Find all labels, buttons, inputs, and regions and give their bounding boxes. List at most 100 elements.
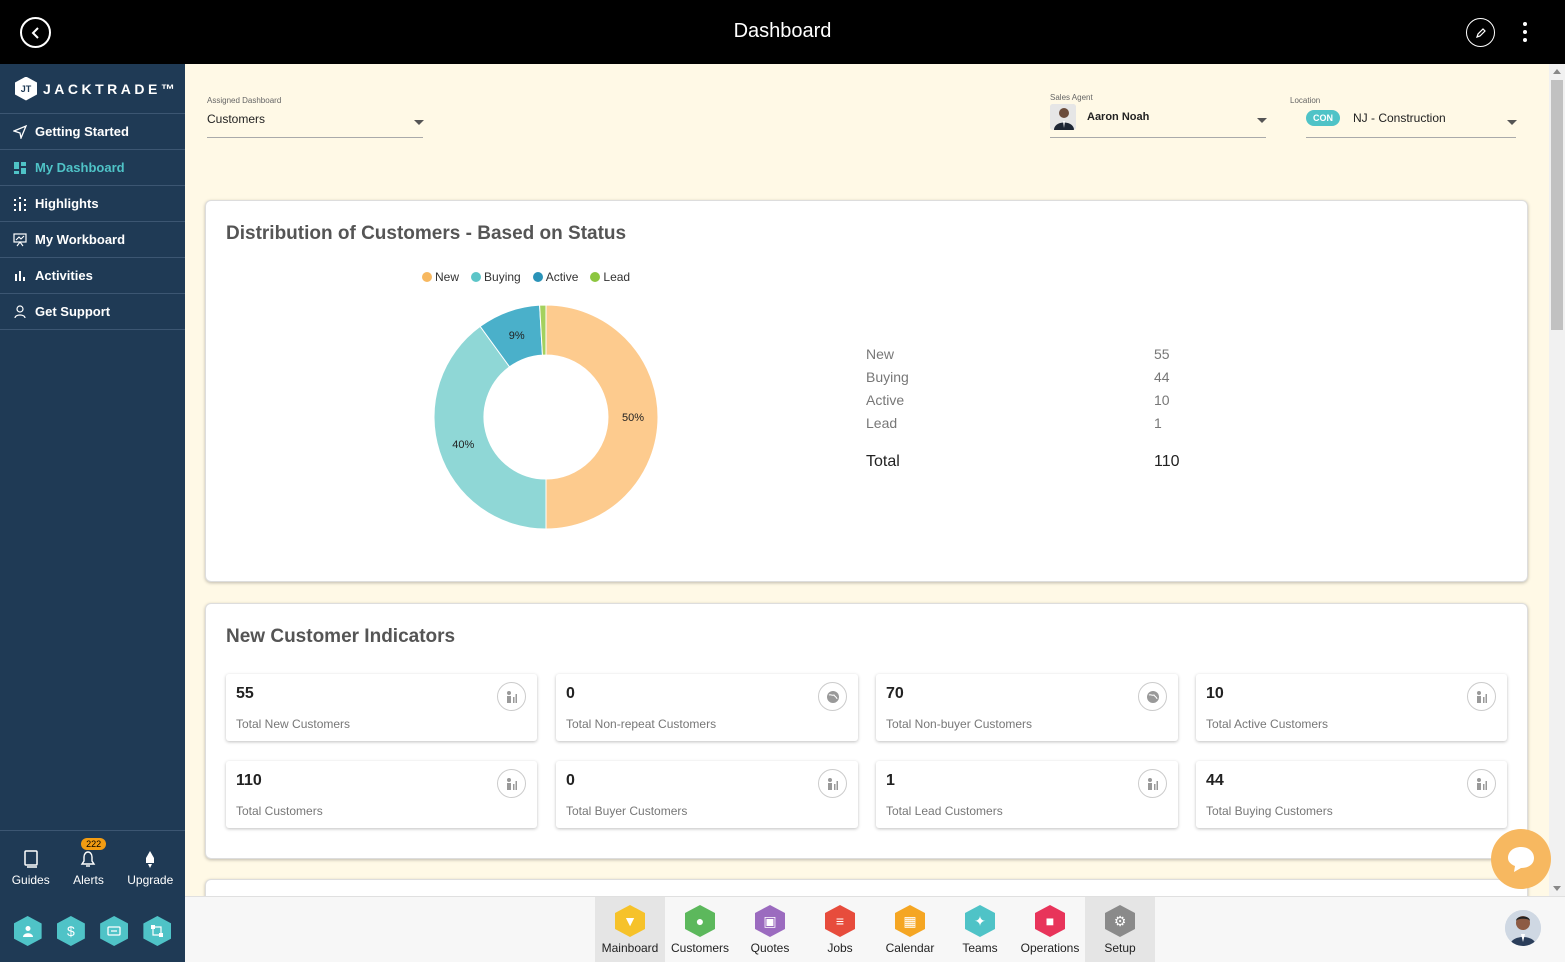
indicator-tile[interactable]: 0 Total Buyer Customers: [556, 761, 858, 828]
user-icon[interactable]: [13, 916, 42, 946]
main-content: Assigned Dashboard Customers Sales Agent…: [185, 64, 1549, 896]
alerts-button[interactable]: 222 Alerts: [73, 837, 107, 887]
mainboard-icon: ▼: [615, 905, 645, 937]
brand-logo: JT JACKTRADE™: [0, 64, 185, 114]
quotes-icon[interactable]: [100, 916, 129, 946]
table-row: Buying 44: [866, 369, 1170, 385]
scrollbar[interactable]: [1549, 64, 1565, 896]
indicator-tile[interactable]: 0 Total Non-repeat Customers: [556, 674, 858, 741]
edit-button[interactable]: [1466, 18, 1495, 47]
people-chart-icon: [1467, 682, 1496, 711]
sales-agent-select[interactable]: Sales Agent Aaron Noah: [1050, 93, 1267, 138]
globe-icon: [818, 682, 847, 711]
nav-item-calendar[interactable]: ▦ Calendar: [875, 897, 945, 962]
sidebar-item-label: Activities: [35, 268, 93, 283]
nav-item-jobs[interactable]: ≡ Jobs: [805, 897, 875, 962]
scroll-up-icon[interactable]: [1553, 69, 1561, 74]
indicator-value: 0: [566, 685, 575, 702]
indicator-label: Total Buying Customers: [1206, 804, 1333, 818]
chevron-down-icon: [1507, 120, 1517, 125]
indicator-label: Total Buyer Customers: [566, 804, 688, 818]
scrollbar-thumb[interactable]: [1551, 80, 1563, 330]
indicator-value: 44: [1206, 772, 1224, 789]
indicator-value: 70: [886, 685, 904, 702]
indicator-value: 55: [236, 685, 254, 702]
people-chart-icon: [497, 682, 526, 711]
customers-icon: ●: [685, 905, 715, 937]
next-card: [205, 879, 1528, 896]
indicator-value: 110: [236, 772, 262, 789]
people-chart-icon: [1138, 769, 1167, 798]
indicator-value: 1: [886, 772, 895, 789]
operations-icon: ■: [1035, 905, 1065, 937]
legend-item-buying[interactable]: Buying: [471, 270, 521, 284]
sidebar-item-my-workboard[interactable]: My Workboard: [0, 222, 185, 258]
sidebar-item-label: My Dashboard: [35, 160, 125, 175]
sales-agent-label: Sales Agent: [1050, 93, 1093, 102]
sidebar-item-activities[interactable]: Activities: [0, 258, 185, 294]
upgrade-button[interactable]: Upgrade: [127, 846, 173, 887]
indicator-tile[interactable]: 55 Total New Customers: [226, 674, 537, 741]
sidebar-item-getting-started[interactable]: Getting Started: [0, 114, 185, 150]
rocket-icon: [144, 846, 156, 868]
chat-bubble-icon: [1508, 847, 1534, 872]
people-chart-icon: [818, 769, 847, 798]
nav-item-label: Mainboard: [601, 941, 659, 955]
legend-item-new[interactable]: New: [422, 270, 459, 284]
assigned-dashboard-label: Assigned Dashboard: [207, 96, 282, 105]
dollar-icon[interactable]: $: [56, 916, 85, 946]
bar-chart-icon: [13, 269, 27, 283]
legend-item-lead[interactable]: Lead: [590, 270, 630, 284]
location-value: NJ - Construction: [1353, 111, 1446, 125]
workboard-icon: [13, 232, 27, 247]
indicator-tile[interactable]: 110 Total Customers: [226, 761, 537, 828]
indicator-tile[interactable]: 1 Total Lead Customers: [876, 761, 1178, 828]
assigned-dashboard-value: Customers: [207, 112, 266, 126]
chevron-down-icon: [1257, 118, 1267, 123]
sidebar-bottom: Guides 222 Alerts Upgrade $: [0, 830, 185, 962]
nav-item-label: Teams: [962, 941, 998, 955]
quotes-icon: ▣: [755, 905, 785, 937]
indicator-label: Total Customers: [236, 804, 323, 818]
table-row: Active 10: [866, 392, 1170, 408]
location-select[interactable]: Location CON NJ - Construction: [1290, 96, 1517, 138]
indicator-label: Total Non-buyer Customers: [886, 717, 1033, 731]
nav-item-label: Setup: [1104, 941, 1136, 955]
indicator-tile[interactable]: 70 Total Non-buyer Customers: [876, 674, 1178, 741]
agent-avatar: [1050, 104, 1076, 130]
location-badge: CON: [1306, 110, 1340, 126]
chat-button[interactable]: [1491, 829, 1551, 889]
guides-button[interactable]: Guides: [12, 846, 50, 887]
logo-mark-icon: JT: [15, 76, 37, 101]
indicator-tile[interactable]: 10 Total Active Customers: [1196, 674, 1507, 741]
nav-item-mainboard[interactable]: ▼ Mainboard: [595, 897, 665, 962]
nav-item-customers[interactable]: ● Customers: [665, 897, 735, 962]
indicator-label: Total New Customers: [236, 717, 351, 731]
user-avatar[interactable]: [1505, 910, 1541, 946]
data-label-new: 50%: [622, 412, 644, 424]
sidebar-item-get-support[interactable]: Get Support: [0, 294, 185, 330]
sidebar: JT JACKTRADE™ Getting Started My Dashboa…: [0, 64, 185, 962]
bottom-nav: ▼ Mainboard ● Customers ▣ Quotes ≡ Jobs ▦ Calenda…: [185, 896, 1565, 962]
assigned-dashboard-select[interactable]: Assigned Dashboard Customers: [207, 96, 424, 138]
scroll-down-icon[interactable]: [1553, 886, 1561, 891]
nav-item-operations[interactable]: ■ Operations: [1015, 897, 1085, 962]
nav-item-setup[interactable]: ⚙ Setup: [1085, 897, 1155, 962]
indicator-tile[interactable]: 44 Total Buying Customers: [1196, 761, 1507, 828]
sidebar-item-highlights[interactable]: Highlights: [0, 186, 185, 222]
chart-legend: New Buying Active Lead: [422, 270, 630, 284]
upgrade-label: Upgrade: [127, 872, 174, 887]
workflow-icon[interactable]: [143, 916, 172, 946]
legend-item-active[interactable]: Active: [532, 270, 578, 284]
indicator-label: Total Lead Customers: [886, 804, 1003, 818]
alerts-label: Alerts: [73, 872, 104, 887]
pencil-icon: [1475, 27, 1486, 38]
indicators-card: New Customer Indicators 55 Total New Cust…: [205, 603, 1528, 859]
globe-icon: [1138, 682, 1167, 711]
nav-item-quotes[interactable]: ▣ Quotes: [735, 897, 805, 962]
nav-item-teams[interactable]: ✦ Teams: [945, 897, 1015, 962]
sidebar-item-my-dashboard[interactable]: My Dashboard: [0, 150, 185, 186]
calendar-icon: ▦: [895, 905, 925, 937]
sidebar-item-label: Getting Started: [35, 124, 129, 139]
more-menu-button[interactable]: [1516, 20, 1534, 44]
